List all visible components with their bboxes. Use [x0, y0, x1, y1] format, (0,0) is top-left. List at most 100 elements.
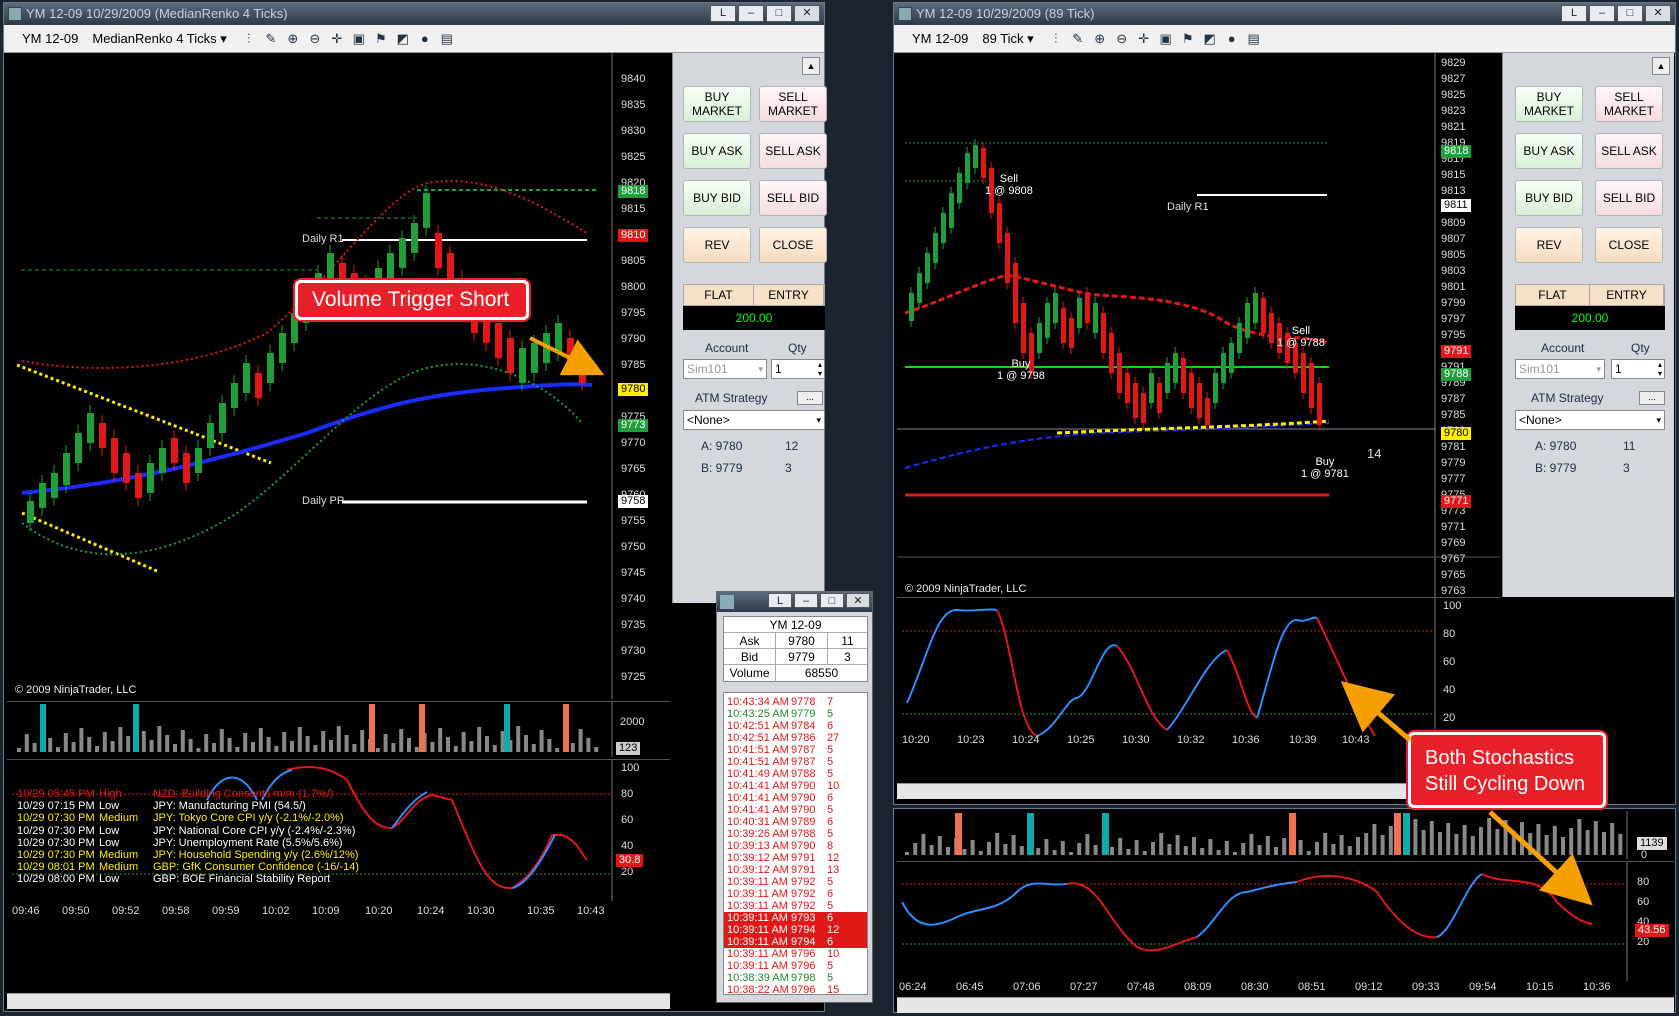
buy-market-button[interactable]: BUY MARKET [1515, 86, 1583, 122]
candle [957, 173, 962, 203]
ts-minimize-icon[interactable]: – [794, 593, 818, 608]
buy-market-button[interactable]: BUY MARKET [683, 86, 751, 122]
ts-trade-price: 9778 [791, 696, 816, 708]
instrument-selector[interactable]: YM 12-09 [912, 31, 968, 46]
sell-market-button[interactable]: SELL MARKET [1595, 86, 1663, 122]
volume-bar [524, 735, 528, 752]
account-select[interactable]: Sim101 ▾ [683, 359, 767, 379]
atm-strategy-select[interactable]: <None> ▾ [1515, 410, 1665, 430]
sell-bid-button[interactable]: SELL BID [759, 180, 827, 216]
qty-stepper[interactable]: 1 ▴ ▾ [1611, 359, 1665, 379]
atm-strategy-label: ATM Strategy [695, 391, 768, 405]
sell-ask-button[interactable]: SELL ASK [759, 133, 827, 169]
candle [1301, 353, 1306, 393]
strategy-icon[interactable]: ● [417, 31, 433, 47]
bar-type-icon[interactable]: ⫶ [1048, 31, 1064, 47]
callout-line-2: Still Cycling Down [1425, 773, 1586, 795]
volume-bar [1429, 821, 1434, 855]
drawing-tool-icon[interactable]: ✎ [263, 31, 279, 47]
volume-bar [1462, 825, 1467, 855]
crosshair-icon[interactable]: ✛ [329, 31, 345, 47]
right-lower-scrollbar[interactable] [897, 997, 1674, 1013]
candle [555, 323, 562, 353]
maximize-icon[interactable]: □ [1617, 5, 1643, 22]
data-box-icon[interactable]: ▤ [1246, 31, 1262, 47]
volume-bar [1126, 849, 1131, 855]
sell-bid-button[interactable]: SELL BID [1595, 180, 1663, 216]
atm-strategy-select[interactable]: <None> ▾ [683, 410, 825, 430]
close-position-button[interactable]: CLOSE [759, 227, 827, 263]
buy-ask-button[interactable]: BUY ASK [1515, 133, 1583, 169]
close-position-button[interactable]: CLOSE [1595, 227, 1663, 263]
volume-bar [430, 742, 435, 752]
period-selector[interactable]: 89 Tick ▾ [982, 31, 1033, 47]
zoom-out-icon[interactable]: ⊖ [307, 31, 323, 47]
instrument-selector[interactable]: YM 12-09 [22, 31, 78, 46]
atm-strategy-button[interactable]: ... [1639, 391, 1665, 405]
ts-maximize-icon[interactable]: □ [820, 593, 844, 608]
right-lower-volume-panel[interactable]: 1139 0 [897, 811, 1674, 859]
left-window-titlebar[interactable]: YM 12-09 10/29/2009 (MedianRenko 4 Ticks… [4, 3, 824, 25]
panel-collapse-icon[interactable]: ▲ [1652, 57, 1670, 75]
left-price-chart[interactable]: Volume Trigger Short Daily R1 Daily PP ©… [7, 53, 670, 699]
crosshair-icon[interactable]: ✛ [1136, 31, 1152, 47]
left-volume-panel[interactable]: 2000 123 [7, 701, 670, 757]
volume-bar [539, 730, 544, 752]
indicators-icon[interactable]: ◩ [395, 31, 411, 47]
qty-stepper[interactable]: 1 ▴ ▾ [771, 359, 825, 379]
zoom-in-icon[interactable]: ⊕ [1092, 31, 1108, 47]
panel-collapse-icon[interactable]: ▲ [802, 57, 820, 75]
period-label: 89 Tick [982, 30, 1024, 46]
sell-ask-button[interactable]: SELL ASK [1595, 133, 1663, 169]
spinner-icon[interactable]: ▴ ▾ [818, 360, 822, 378]
properties-icon[interactable]: ▣ [351, 31, 367, 47]
link-button[interactable]: L [710, 5, 736, 22]
link-button[interactable]: L [1561, 5, 1587, 22]
zoom-in-icon[interactable]: ⊕ [285, 31, 301, 47]
chart-trader-icon[interactable]: ⚑ [1180, 31, 1196, 47]
stoch-line-up [1036, 644, 1118, 737]
ts-close-icon[interactable]: ✕ [846, 593, 870, 608]
minimize-icon[interactable]: – [738, 5, 764, 22]
ts-link-button[interactable]: L [768, 593, 792, 608]
left-stochastic-panel[interactable]: 10/29 05:45 PM High NZD: Building Consents… [7, 759, 670, 901]
right-lower-stochastic-panel[interactable]: 80 60 40 20 43.56 [897, 861, 1674, 981]
news-impact: High [99, 788, 122, 800]
right-window-titlebar[interactable]: YM 12-09 10/29/2009 (89 Tick) L – □ ✕ [894, 3, 1675, 25]
ts-trade-size: 12 [827, 924, 840, 936]
right-stochastic-panel[interactable]: 100 80 60 40 20 10:20 10:23 10:24 10:25 10:30 10:… [897, 597, 1500, 749]
atm-strategy-button[interactable]: ... [797, 391, 823, 405]
spinner-icon[interactable]: ▴ ▾ [1658, 360, 1662, 378]
volume-bar [1241, 843, 1246, 855]
buy-ask-button[interactable]: BUY ASK [683, 133, 751, 169]
chart-trader-icon[interactable]: ⚑ [373, 31, 389, 47]
volume-bar [978, 851, 983, 855]
reverse-button[interactable]: REV [1515, 227, 1583, 263]
data-box-icon[interactable]: ▤ [439, 31, 455, 47]
volume-bar [1618, 834, 1623, 855]
period-selector[interactable]: MedianRenko 4 Ticks ▾ [92, 31, 226, 47]
zoom-out-icon[interactable]: ⊖ [1114, 31, 1130, 47]
candle [1149, 373, 1154, 403]
right-price-chart[interactable]: Daily R1 14 Sell 1 @ 9808 Buy 1 @ 9798 Sel… [897, 53, 1500, 597]
minimize-icon[interactable]: – [1589, 5, 1615, 22]
buy-bid-button[interactable]: BUY BID [1515, 180, 1583, 216]
left-horizontal-scrollbar[interactable] [7, 993, 670, 1009]
price-tag: 9758 [618, 495, 649, 508]
drawing-tool-icon[interactable]: ✎ [1070, 31, 1086, 47]
ts-trade-list[interactable]: 10:43:34 AM 9778 7 10:43:25 AM 9779 5 10:42:51… [723, 692, 868, 995]
price-axis-label: 9805 [1441, 249, 1466, 261]
account-select[interactable]: Sim101 ▾ [1515, 359, 1605, 379]
ts-titlebar[interactable]: L – □ ✕ [717, 592, 872, 612]
bar-type-icon[interactable]: ⫶ [241, 31, 257, 47]
properties-icon[interactable]: ▣ [1158, 31, 1174, 47]
reverse-button[interactable]: REV [683, 227, 751, 263]
sell-market-button[interactable]: SELL MARKET [759, 86, 827, 122]
ts-trade-time: 10:39:13 AM [727, 840, 789, 852]
buy-bid-button[interactable]: BUY BID [683, 180, 751, 216]
strategy-icon[interactable]: ● [1224, 31, 1240, 47]
close-icon[interactable]: ✕ [1645, 5, 1671, 22]
indicators-icon[interactable]: ◩ [1202, 31, 1218, 47]
close-icon[interactable]: ✕ [794, 5, 820, 22]
maximize-icon[interactable]: □ [766, 5, 792, 22]
